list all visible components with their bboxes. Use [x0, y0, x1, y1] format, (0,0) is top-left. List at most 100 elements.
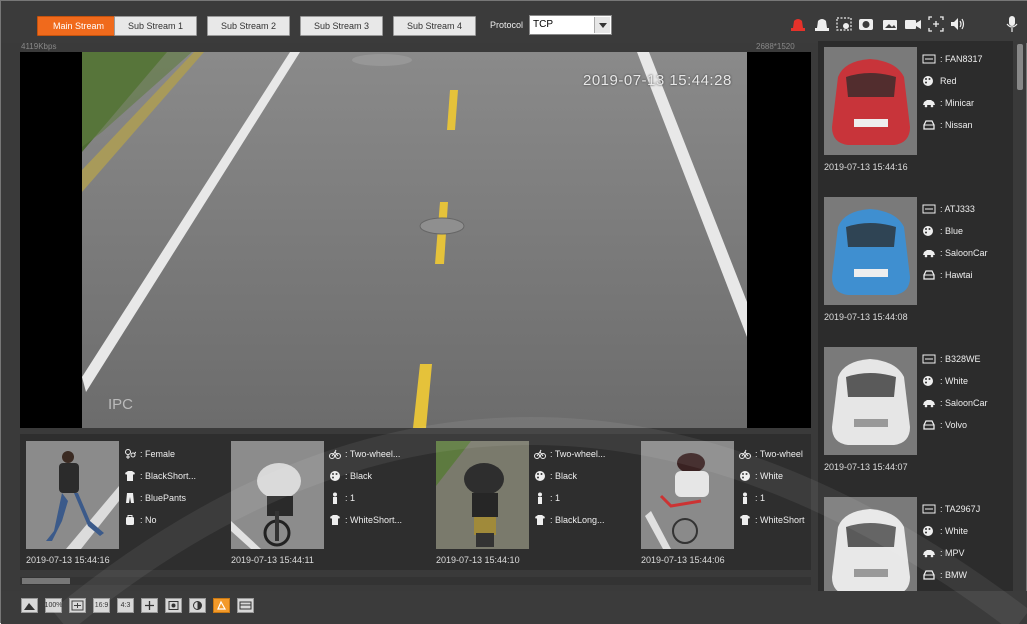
nonmotor-snapshot-card[interactable]: : Two-wheel... : Black : 1 : BlackLong..… [430, 434, 635, 570]
bicycle-icon [534, 448, 546, 460]
vehicle-snapshot-card[interactable]: : TA2967J : White : MPV : BMW [818, 491, 1013, 607]
nonmotor-attr-type: : Two-wheel... [534, 446, 605, 462]
car-type-icon [922, 547, 936, 559]
ptz-icon[interactable] [141, 598, 158, 613]
vehicle-snapshot-card[interactable]: : FAN8317 Red : Minicar : Nissan 2019-07… [818, 41, 1013, 179]
wide-icon[interactable]: 16:9 [93, 598, 110, 613]
nonmotor-snapshot-card[interactable]: : Two-wheel... : Black : 1 : WhiteShort.… [225, 434, 430, 570]
snapshot-image [824, 197, 917, 305]
snapshot-image [824, 497, 917, 605]
color-palette-icon [922, 75, 936, 87]
vehicle-snapshot-card[interactable]: : B328WE : White : SaloonCar : Volvo 201… [818, 341, 1013, 479]
human-attr-bag: : No [124, 512, 157, 528]
vehicle-list-scrollbar[interactable] [1015, 41, 1025, 607]
vehicle-attr-type: : MPV [922, 545, 965, 561]
license-plate-icon [922, 203, 936, 215]
rules-icon[interactable] [213, 598, 230, 613]
fit-window-icon[interactable] [69, 598, 86, 613]
live-view-window: Main Stream Sub Stream 1 Sub Stream 2 Su… [0, 0, 1027, 624]
snapshot-image [231, 441, 324, 549]
alarm-output-icon[interactable] [813, 15, 831, 33]
bitrate-label: 4119Kbps [21, 42, 57, 51]
vehicle-attr-brand: : BMW [922, 567, 967, 583]
snapshot-time: 2019-07-13 15:44:16 [824, 162, 908, 172]
triple-snapshot-icon[interactable] [881, 15, 899, 33]
tab-sub-stream-1[interactable]: Sub Stream 1 [114, 16, 197, 36]
vehicle-attr-plate: : TA2967J [922, 501, 980, 517]
fullscreen-icon[interactable] [21, 598, 38, 613]
protocol-label: Protocol [490, 20, 524, 30]
talk-icon[interactable] [1005, 15, 1019, 33]
license-plate-icon [922, 53, 936, 65]
human-snapshot-list: : Female : BlackShort... : BluePants : N… [20, 434, 811, 570]
snapshot-icon[interactable] [857, 15, 875, 33]
zoom-focus-icon[interactable] [165, 598, 182, 613]
audio-icon[interactable] [949, 15, 967, 33]
scrollbar-thumb[interactable] [1017, 44, 1023, 90]
human-attr-gender: : Female [124, 446, 175, 462]
chevron-down-icon [594, 17, 610, 33]
alarm-icon[interactable] [789, 15, 807, 33]
nonmotor-snapshot-card[interactable]: : Two-wheel : White : 1 : WhiteShort 201… [635, 434, 811, 570]
car-brand-icon [922, 119, 936, 131]
pants-icon [124, 492, 136, 504]
vehicle-attr-color: : White [922, 373, 968, 389]
bicycle-icon [739, 448, 751, 460]
human-snapshot-card[interactable]: : Female : BlackShort... : BluePants : N… [20, 434, 225, 570]
human-list-scrollbar[interactable] [20, 577, 811, 585]
original-size-icon[interactable]: 100% [45, 598, 62, 613]
osd-channel-name: IPC [108, 396, 134, 413]
live-video[interactable]: 2019-07-13 15:44:28 IPC [20, 52, 811, 428]
car-brand-icon [922, 419, 936, 431]
original-size-label: 100% [44, 602, 63, 609]
license-plate-icon [922, 503, 936, 515]
osd-timestamp: 2019-07-13 15:44:28 [583, 72, 732, 89]
person-icon [329, 492, 341, 504]
image-adjust-icon[interactable] [189, 598, 206, 613]
vehicle-attr-type: : SaloonCar [922, 395, 988, 411]
color-palette-icon [922, 525, 936, 537]
protocol-value: TCP [533, 19, 553, 30]
video-scene [82, 52, 747, 428]
top-toolbar: Main Stream Sub Stream 1 Sub Stream 2 Su… [1, 1, 1027, 43]
snapshot-time: 2019-07-13 15:44:06 [641, 555, 725, 565]
top-clothes-icon [329, 514, 341, 526]
vehicle-snapshot-list: : FAN8317 Red : Minicar : Nissan 2019-07… [818, 41, 1013, 607]
vehicle-snapshot-card[interactable]: : ATJ333 : Blue : SaloonCar : Hawtai 201… [818, 191, 1013, 329]
human-attr-top: : BlackShort... [124, 468, 196, 484]
gender-icon [124, 448, 136, 460]
digital-zoom-icon[interactable] [927, 15, 945, 33]
snapshot-image [26, 441, 119, 549]
vehicle-attr-type: : Minicar [922, 95, 974, 111]
scrollbar-thumb[interactable] [22, 578, 70, 584]
tab-sub-stream-2[interactable]: Sub Stream 2 [207, 16, 290, 36]
tab-main-stream[interactable]: Main Stream [37, 16, 120, 36]
snapshot-image [641, 441, 734, 549]
nonmotor-attr-riders: : 1 [739, 490, 765, 506]
regional-focus-icon[interactable] [835, 15, 853, 33]
record-icon[interactable] [904, 15, 922, 33]
nonmotor-attr-riders: : 1 [329, 490, 355, 506]
nonmotor-attr-color: : Black [534, 468, 577, 484]
snapshot-time: 2019-07-13 15:44:10 [436, 555, 520, 565]
vehicle-attr-color: : White [922, 523, 968, 539]
bottom-toolbar: 100% 16:9 4:3 [1, 591, 1027, 624]
vehicle-attr-plate: : B328WE [922, 351, 981, 367]
human-attr-bottom: : BluePants [124, 490, 186, 506]
vehicle-attr-brand: : Volvo [922, 417, 967, 433]
protocol-select[interactable]: TCP [529, 15, 612, 35]
vehicle-attr-brand: : Hawtai [922, 267, 973, 283]
tab-sub-stream-4[interactable]: Sub Stream 4 [393, 16, 476, 36]
vehicle-attr-type: : SaloonCar [922, 245, 988, 261]
resolution-label: 2688*1520 [756, 42, 795, 51]
tab-sub-stream-3[interactable]: Sub Stream 3 [300, 16, 383, 36]
vehicle-attr-brand: : Nissan [922, 117, 973, 133]
nonmotor-attr-type: : Two-wheel... [329, 446, 400, 462]
nonmotor-attr-type: : Two-wheel [739, 446, 803, 462]
face-overlay-icon[interactable] [237, 598, 254, 613]
nonmotor-attr-color: : Black [329, 468, 372, 484]
license-plate-icon [922, 353, 936, 365]
window-icon[interactable]: 4:3 [117, 598, 134, 613]
color-palette-icon [922, 225, 936, 237]
car-type-icon [922, 247, 936, 259]
